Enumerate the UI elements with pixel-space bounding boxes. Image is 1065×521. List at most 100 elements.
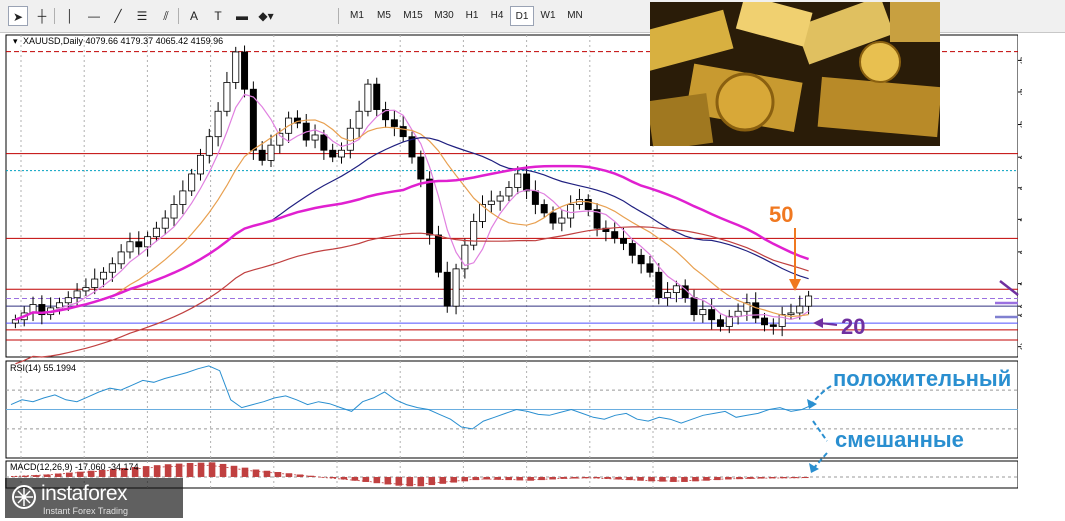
candle-body <box>487 200 495 205</box>
macd-bar <box>230 465 238 477</box>
candle-body <box>558 217 566 224</box>
macd-bar <box>406 476 414 487</box>
macd-bar <box>164 464 172 477</box>
fibonacci-icon[interactable]: ☰ <box>132 6 152 26</box>
candle-body <box>108 263 116 273</box>
timeframe-d1[interactable]: D1 <box>510 6 534 26</box>
instaforex-logo-icon <box>12 485 36 509</box>
candle-body <box>761 317 769 326</box>
candle-body <box>549 212 557 224</box>
y-tick-label: 4612.30 <box>1020 214 1022 224</box>
instaforex-watermark: instaforex Instant Forex Trading <box>5 478 183 518</box>
macd-bar <box>197 462 205 477</box>
rsi-positive-label: положительный <box>833 366 1011 391</box>
text-icon[interactable]: A <box>184 6 204 26</box>
candle-body <box>311 134 319 141</box>
y-tick-label: 4798.35 <box>1020 183 1022 193</box>
candle-body <box>655 271 663 299</box>
candle-body <box>338 149 345 158</box>
candle-body <box>161 217 169 229</box>
trendline-icon[interactable]: ╱ <box>108 6 128 26</box>
timeframe-m15[interactable]: M15 <box>398 6 428 26</box>
macd-bar <box>252 469 260 477</box>
candle-body <box>452 268 460 307</box>
cursor-icon[interactable]: ➤ <box>8 6 28 26</box>
candle-body <box>373 83 381 110</box>
candle-body <box>267 144 275 161</box>
candle-body <box>205 136 213 156</box>
candle-body <box>135 241 143 248</box>
macd-bar <box>439 476 447 484</box>
timeframe-m1[interactable]: M1 <box>344 6 370 26</box>
candle-body <box>11 319 19 324</box>
y-tick-label: 5363.75 <box>1020 87 1022 97</box>
candle-body <box>708 309 716 321</box>
candle-body <box>699 309 707 316</box>
macd-bar <box>208 462 216 477</box>
candle-body <box>690 297 698 316</box>
candle-body <box>426 178 434 236</box>
candle-body <box>417 156 425 180</box>
candle-body <box>73 290 81 299</box>
candle-body <box>320 134 328 151</box>
watermark-tagline: Instant Forex Trading <box>43 506 129 516</box>
candle-body <box>752 302 760 319</box>
symbol-dropdown-icon: ▾ <box>13 36 18 46</box>
candle-body <box>787 312 795 316</box>
horizontal-line-icon[interactable]: — <box>84 6 104 26</box>
timeframe-mn[interactable]: MN <box>562 6 588 26</box>
timeframe-m30[interactable]: M30 <box>429 6 459 26</box>
candle-body <box>628 243 636 256</box>
candle-body <box>778 314 786 327</box>
ma-20-label: 20 <box>841 314 865 339</box>
candle-body <box>355 110 363 129</box>
symbol-header: XAUUSD,Daily 4079.66 4179.37 4065.42 415… <box>23 36 223 46</box>
channel-icon[interactable]: ⫽ <box>156 6 176 26</box>
candle-body <box>611 231 619 239</box>
rectangle-icon[interactable]: ▬ <box>232 6 252 26</box>
macd-mixed-label: смешанные <box>835 427 964 452</box>
macd-bar <box>802 476 809 479</box>
candle-body <box>100 271 108 280</box>
candle-body <box>620 237 628 244</box>
candle-body <box>523 173 531 192</box>
crosshair-icon[interactable]: ┼ <box>32 6 52 26</box>
candle-body <box>55 302 63 309</box>
toolbar-separator <box>338 8 339 24</box>
macd-bar <box>241 467 249 477</box>
y-tick-label: 4047.20 <box>1020 310 1022 320</box>
candle-body <box>346 127 354 151</box>
candle-body <box>505 187 513 197</box>
timeframe-h4[interactable]: H4 <box>485 6 509 26</box>
candle-body <box>567 204 575 219</box>
candle-body <box>672 285 680 294</box>
candle-body <box>514 173 522 188</box>
candle-body <box>64 297 72 304</box>
candle-body <box>196 154 204 175</box>
y-tick-label: 4979.00 <box>1020 152 1022 162</box>
candle-body <box>496 195 504 202</box>
rsi-header: RSI(14) 55.1994 <box>10 363 76 373</box>
vertical-line-icon[interactable]: │ <box>60 6 80 26</box>
candle-body <box>179 190 187 205</box>
timeframe-h1[interactable]: H1 <box>460 6 484 26</box>
candle-body <box>716 319 724 327</box>
candle-body <box>364 83 372 112</box>
candle-body <box>769 324 777 327</box>
timeframe-m5[interactable]: M5 <box>371 6 397 26</box>
candle-body <box>91 278 99 288</box>
timeframe-w1[interactable]: W1 <box>535 6 561 26</box>
candle-body <box>152 227 160 238</box>
candle-body <box>232 51 240 83</box>
y-tick-label: 4233.05 <box>1020 279 1022 289</box>
candle-body <box>399 126 407 138</box>
candle-body <box>646 263 654 273</box>
macd-bar <box>428 476 436 486</box>
macd-bar <box>263 470 271 477</box>
candle-body <box>329 149 337 158</box>
label-icon[interactable]: T <box>208 6 228 26</box>
ma-50-label: 50 <box>769 202 793 227</box>
candle-body <box>434 234 442 273</box>
candle-body <box>144 236 152 248</box>
shapes-dropdown-icon[interactable]: ◆▾ <box>256 6 276 26</box>
